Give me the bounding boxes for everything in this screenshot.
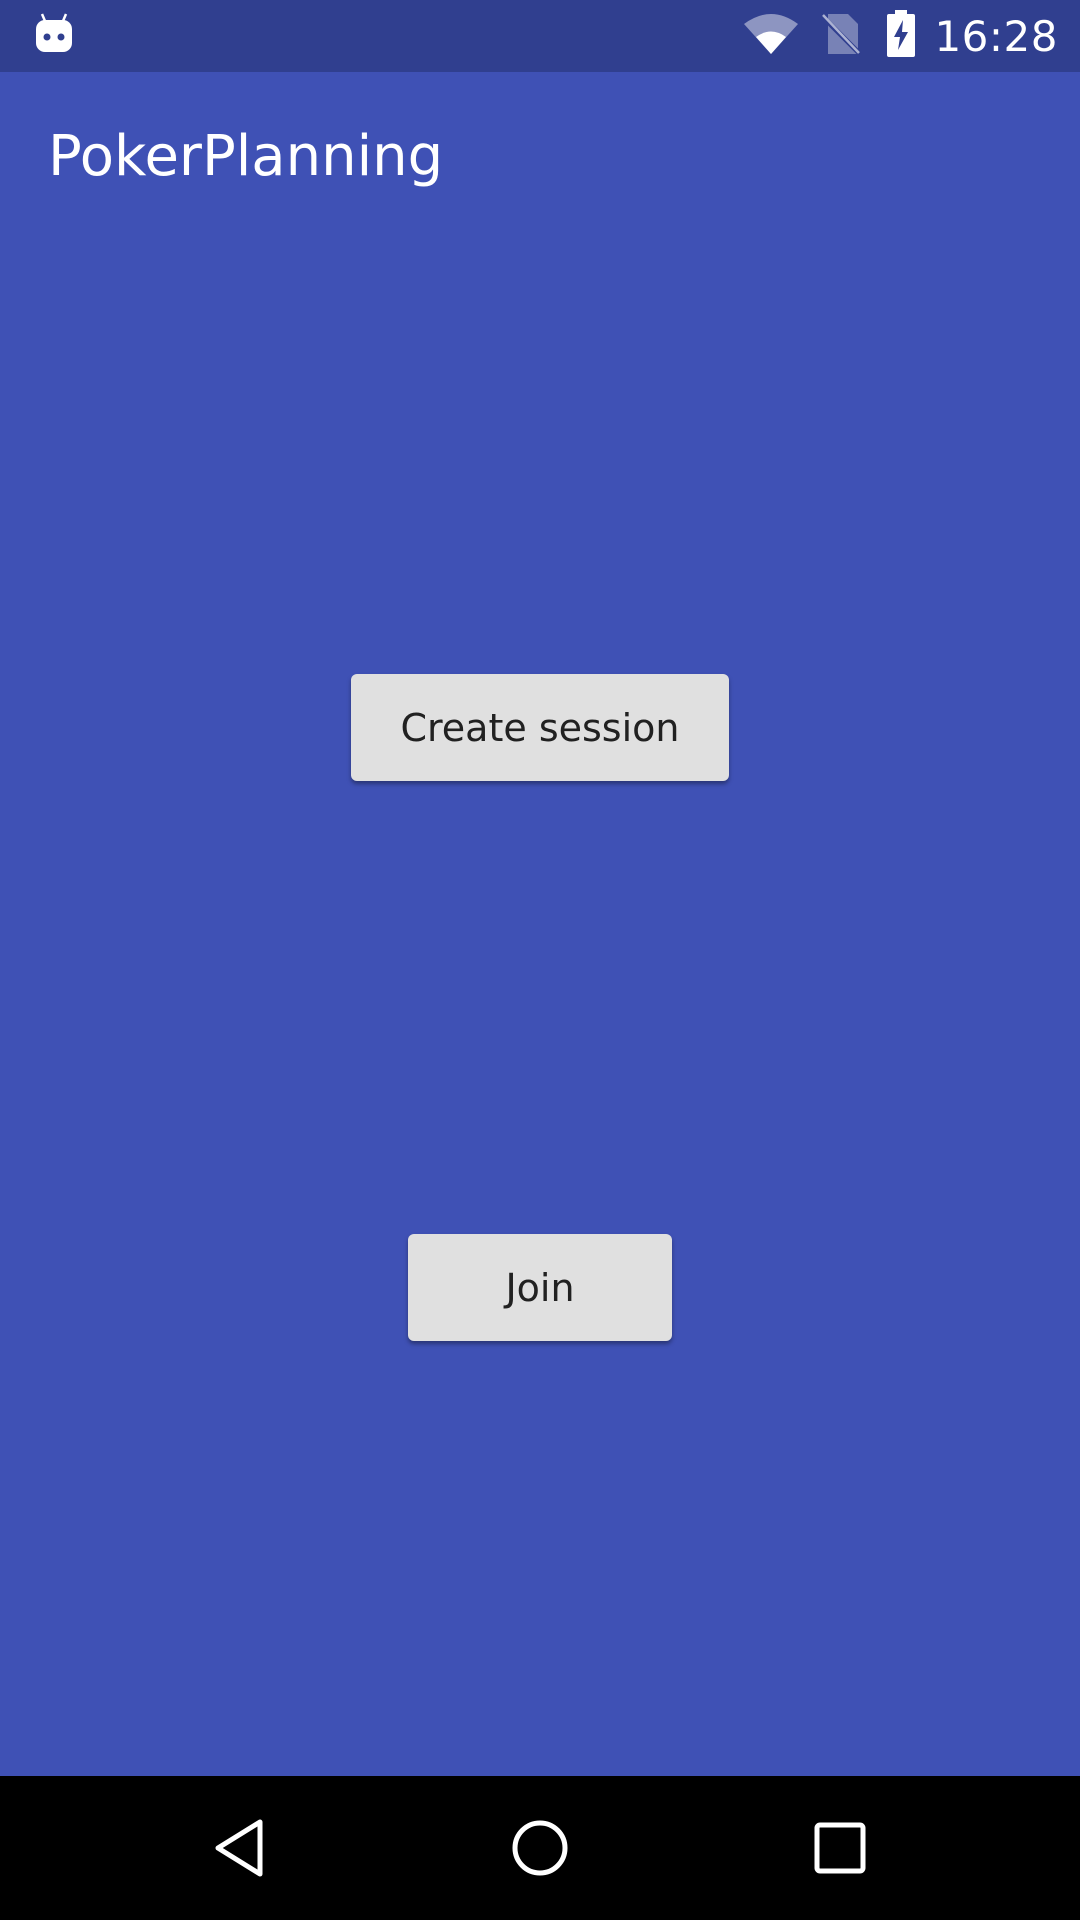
recents-icon[interactable]	[790, 1798, 890, 1898]
join-button[interactable]: Join	[408, 1234, 672, 1341]
battery-charging-icon	[886, 10, 916, 62]
status-bar: 16:28	[0, 0, 1080, 72]
android-debug-icon	[34, 10, 74, 56]
status-icons: 16:28	[742, 0, 1058, 72]
home-icon[interactable]	[490, 1798, 590, 1898]
back-icon[interactable]	[190, 1798, 290, 1898]
app-title: PokerPlanning	[48, 124, 444, 189]
no-sim-icon	[820, 12, 863, 60]
wifi-icon	[742, 12, 800, 60]
create-session-button[interactable]: Create session	[351, 674, 729, 781]
navigation-bar	[0, 1776, 1080, 1920]
status-time: 16:28	[934, 11, 1058, 61]
app-bar: PokerPlanning	[0, 72, 1080, 244]
